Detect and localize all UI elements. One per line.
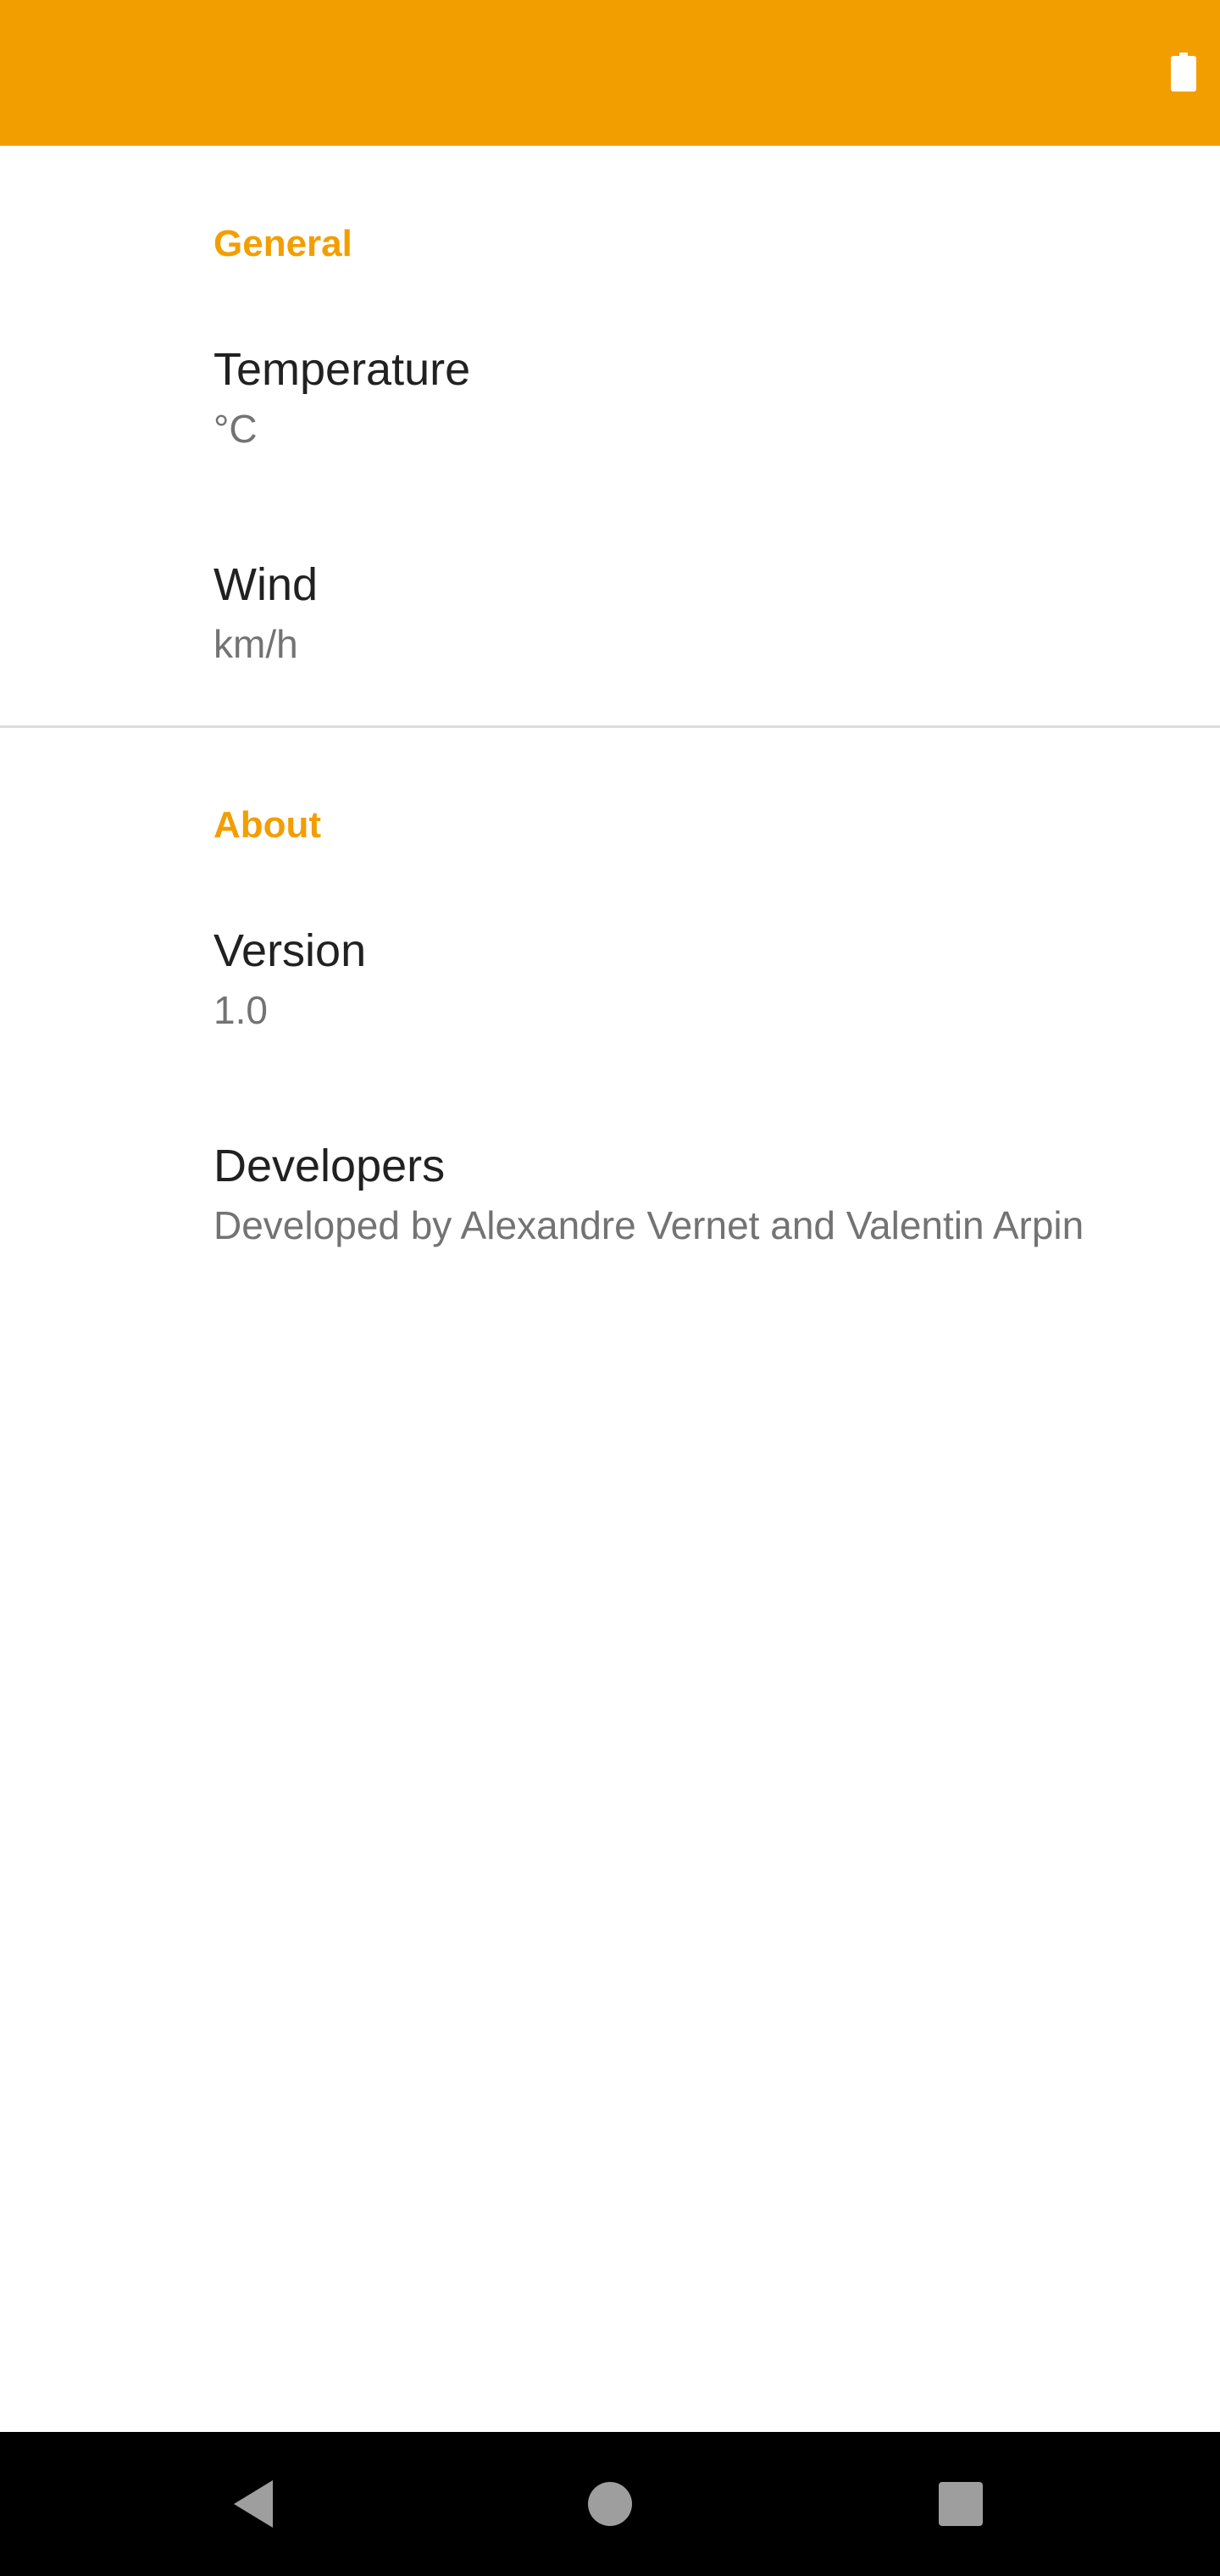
recents-icon [939, 2482, 983, 2526]
pref-item-temperature[interactable]: Temperature °C [0, 291, 1220, 507]
back-button[interactable] [169, 2432, 339, 2576]
pref-title: Developers [214, 1141, 446, 1191]
pref-title: Version [214, 925, 367, 976]
status-bar [0, 0, 1220, 146]
section-header-about: About [214, 804, 322, 846]
home-icon [588, 2482, 632, 2526]
pref-summary: °C [214, 407, 258, 451]
settings-screen: General Temperature °C Wind km/h About V… [0, 0, 1220, 2576]
pref-summary: 1.0 [214, 988, 268, 1032]
pref-summary: Developed by Alexandre Vernet and Valent… [214, 1203, 1084, 1247]
pref-item-version[interactable]: Version 1.0 [0, 873, 1220, 1088]
back-icon [234, 2480, 273, 2528]
pref-title: Wind [214, 559, 319, 610]
pref-summary: km/h [214, 622, 298, 666]
navigation-bar [0, 2432, 1220, 2576]
pref-title: Temperature [214, 344, 471, 395]
home-button[interactable] [525, 2432, 695, 2576]
battery-icon [1171, 53, 1196, 92]
section-header-general: General [214, 223, 352, 264]
pref-item-developers[interactable]: Developers Developed by Alexandre Vernet… [0, 1088, 1220, 1303]
recents-button[interactable] [876, 2432, 1045, 2576]
section-divider [0, 725, 1220, 728]
pref-item-wind[interactable]: Wind km/h [0, 507, 1220, 722]
